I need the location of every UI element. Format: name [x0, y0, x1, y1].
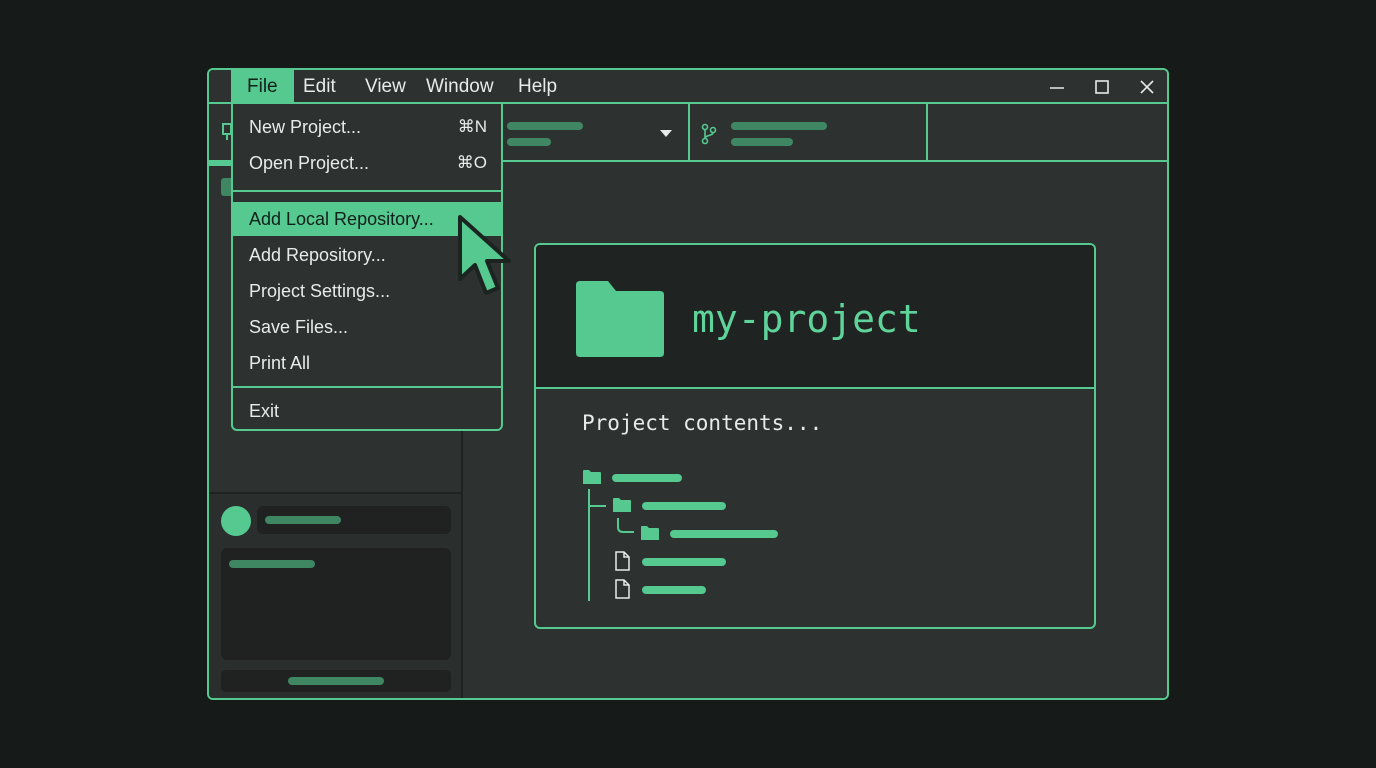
mouse-pointer-icon: [458, 215, 511, 295]
folder-icon: [641, 526, 659, 540]
avatar: [221, 506, 251, 536]
project-contents-label: Project contents...: [582, 411, 823, 435]
branch-name-placeholder: [731, 122, 827, 130]
menu-file[interactable]: File: [231, 70, 294, 102]
tree-node-label: [612, 474, 682, 482]
folder-icon: [576, 281, 664, 357]
menu-item-label: New Project...: [249, 117, 362, 137]
menu-item-exit[interactable]: Exit: [233, 394, 501, 428]
tree-node-label: [642, 502, 726, 510]
menu-item-label: Project Settings...: [249, 281, 391, 301]
menu-item-label: Open Project...: [249, 153, 370, 173]
minimize-icon[interactable]: [1046, 76, 1068, 98]
toolbar-action-area[interactable]: [928, 104, 1167, 160]
menu-item-label: Add Repository...: [249, 245, 386, 265]
tree-connector: [617, 518, 634, 533]
menu-separator: [233, 386, 501, 388]
chevron-down-icon[interactable]: [659, 129, 673, 139]
toolbar-divider: [688, 104, 690, 160]
menu-item-shortcut: ⌘O: [456, 153, 487, 172]
menu-window[interactable]: Window: [410, 70, 510, 102]
folder-icon: [583, 470, 601, 484]
repo-name-placeholder: [507, 122, 583, 130]
close-icon[interactable]: [1136, 76, 1158, 98]
commit-button[interactable]: [221, 670, 451, 692]
menu-help[interactable]: Help: [502, 70, 573, 102]
project-card-header: my-project: [536, 245, 1094, 389]
project-card: my-project Project contents...: [534, 243, 1096, 629]
file-icon: [615, 579, 630, 599]
file-icon: [615, 551, 630, 571]
user-field[interactable]: [257, 506, 451, 534]
menu-item-label: Save Files...: [249, 317, 349, 337]
menu-separator: [233, 190, 501, 192]
menu-item-label: Exit: [249, 401, 280, 421]
maximize-icon[interactable]: [1091, 76, 1113, 98]
menu-edit[interactable]: Edit: [287, 70, 352, 102]
tree-node-label: [670, 530, 778, 538]
folder-icon: [613, 498, 631, 512]
menu-item-label: Print All: [249, 353, 311, 373]
menu-item-label: Add Local Repository...: [249, 209, 434, 229]
menu-bar: File Edit View Window Help: [209, 70, 1167, 104]
menu-item-save-files[interactable]: Save Files...: [233, 310, 501, 344]
tree-connector: [588, 505, 606, 507]
git-branch-icon: [701, 123, 717, 145]
branch-sub-placeholder: [731, 138, 793, 146]
user-name-placeholder: [265, 516, 341, 524]
project-name: my-project: [692, 297, 921, 341]
menu-item-shortcut: ⌘N: [457, 117, 487, 136]
menu-item-new-project[interactable]: New Project... ⌘N: [233, 110, 501, 144]
summary-placeholder: [229, 560, 315, 568]
tree-node-label: [642, 586, 706, 594]
menu-item-open-project[interactable]: Open Project... ⌘O: [233, 146, 501, 180]
sidebar-lower-panel: [209, 492, 461, 698]
tree-node-label: [642, 558, 726, 566]
commit-button-label-placeholder: [288, 677, 384, 685]
menu-item-print-all[interactable]: Print All: [233, 346, 501, 380]
repo-sub-placeholder: [507, 138, 551, 146]
commit-message-area[interactable]: [221, 548, 451, 660]
